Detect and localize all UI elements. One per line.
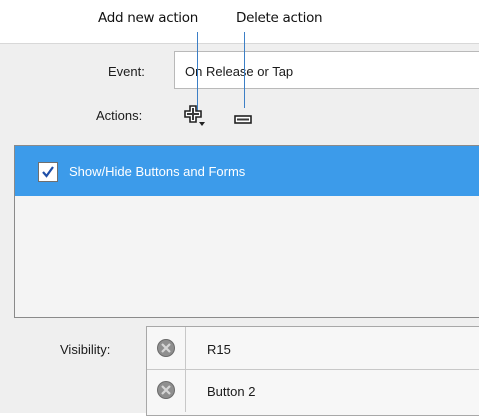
delete-action-icon[interactable] — [234, 113, 252, 128]
event-label: Event: — [108, 64, 145, 79]
callout-delete-action: Delete action — [236, 10, 323, 26]
visibility-label: Visibility: — [60, 342, 111, 357]
callout-line-add — [197, 32, 198, 115]
hidden-state-icon[interactable] — [156, 380, 176, 403]
callout-add-new-action: Add new action — [98, 10, 198, 26]
actions-label: Actions: — [96, 108, 143, 123]
visibility-item-name: Button 2 — [207, 384, 256, 399]
action-item-label: Show/Hide Buttons and Forms — [69, 164, 246, 179]
visibility-item-name: R15 — [207, 342, 231, 357]
visibility-list[interactable] — [146, 326, 479, 416]
action-enabled-checkbox[interactable] — [38, 162, 58, 182]
callout-line-delete — [244, 32, 245, 108]
event-value: On Release or Tap — [185, 64, 294, 79]
add-action-icon[interactable] — [184, 105, 206, 130]
row-divider — [147, 369, 479, 370]
hidden-state-icon[interactable] — [156, 338, 176, 361]
